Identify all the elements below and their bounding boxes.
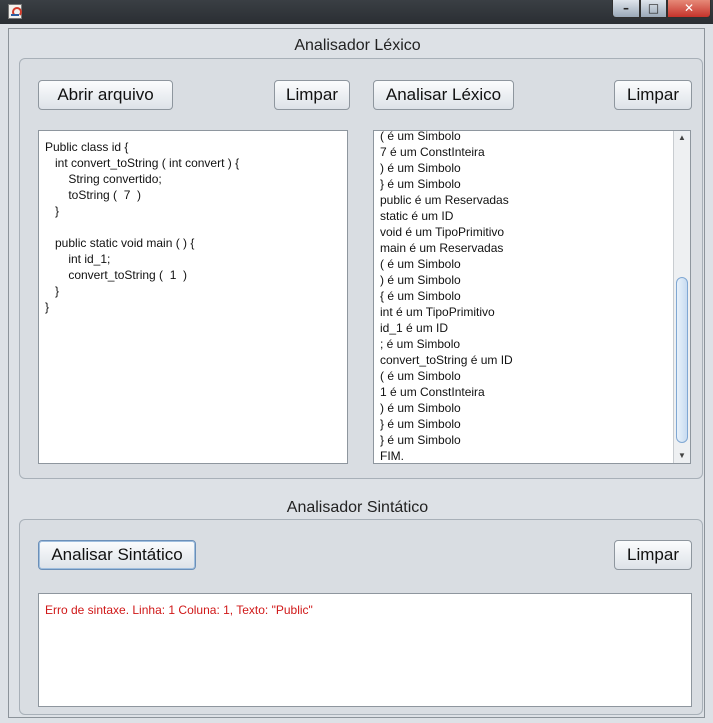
token-line: convert_toString é um ID (380, 353, 513, 367)
lexico-group: Abrir arquivo Limpar Analisar Léxico Lim… (19, 58, 703, 479)
sintatico-group: Analisar Sintático Limpar Erro de sintax… (19, 519, 703, 715)
token-line: ( é um Simbolo (380, 130, 461, 143)
app-window: – □ ✕ Analisador Léxico Abrir arquivo Li… (0, 0, 713, 723)
source-line: public static void main ( ) { (45, 236, 195, 250)
scroll-thumb[interactable] (676, 277, 688, 443)
syntax-output-area[interactable]: Erro de sintaxe. Linha: 1 Coluna: 1, Tex… (38, 593, 692, 707)
token-line: void é um TipoPrimitivo (380, 225, 505, 239)
token-line: } é um Simbolo (380, 417, 461, 431)
token-line: id_1 é um ID (380, 321, 449, 335)
close-button[interactable]: ✕ (667, 0, 711, 18)
token-line: ( é um Simbolo (380, 257, 461, 271)
source-code-lines: Public class id { int convert_toString (… (45, 139, 347, 315)
source-line (45, 219, 347, 235)
open-file-button[interactable]: Abrir arquivo (38, 80, 173, 110)
scroll-down-icon[interactable]: ▼ (674, 449, 690, 463)
token-line: ) é um Simbolo (380, 161, 461, 175)
source-line: } (45, 204, 60, 218)
token-output-area[interactable]: ( é um Simbolo 7 é um ConstInteira ) é um … (373, 130, 691, 464)
source-line: convert_toString ( 1 ) (45, 268, 188, 282)
java-icon (8, 4, 22, 19)
token-line: ( é um Simbolo (380, 369, 461, 383)
minimize-button[interactable]: – (612, 0, 640, 18)
title-bar[interactable]: – □ ✕ (0, 0, 713, 24)
lexico-title: Analisador Léxico (294, 37, 421, 54)
clear-tokens-button[interactable]: Limpar (614, 80, 692, 110)
token-line: FIM. (380, 449, 404, 463)
analyze-syntax-button[interactable]: Analisar Sintático (38, 540, 196, 570)
maximize-button[interactable]: □ (640, 0, 667, 18)
sintatico-title: Analisador Sintático (286, 499, 429, 516)
syntax-error-message: Erro de sintaxe. Linha: 1 Coluna: 1, Tex… (45, 603, 313, 617)
token-scrollbar[interactable]: ▲ ▼ (673, 131, 690, 463)
token-line: static é um ID (380, 209, 454, 223)
source-line: int convert_toString ( int convert ) { (45, 156, 240, 170)
token-line: 7 é um ConstInteira (380, 145, 485, 159)
token-line: public é um Reservadas (380, 193, 509, 207)
token-line: ) é um Simbolo (380, 401, 461, 415)
analyze-lexical-button[interactable]: Analisar Léxico (373, 80, 514, 110)
source-line: String convertido; (45, 172, 162, 186)
source-line: toString ( 7 ) (45, 188, 142, 202)
token-line: ) é um Simbolo (380, 273, 461, 287)
main-panel: Analisador Léxico Abrir arquivo Limpar A… (8, 28, 705, 718)
clear-source-button[interactable]: Limpar (274, 80, 350, 110)
token-line: } é um Simbolo (380, 433, 461, 447)
token-line: ; é um Simbolo (380, 337, 461, 351)
token-line: int é um TipoPrimitivo (380, 305, 495, 319)
source-line: Public class id { (45, 140, 129, 154)
token-line: } é um Simbolo (380, 177, 461, 191)
source-line: } (45, 284, 60, 298)
source-line: int id_1; (45, 252, 111, 266)
token-list: ( é um Simbolo 7 é um ConstInteira ) é um … (380, 130, 513, 463)
source-code-area[interactable]: Public class id { int convert_toString (… (38, 130, 348, 464)
source-line: } (45, 300, 50, 314)
scroll-up-icon[interactable]: ▲ (674, 131, 690, 145)
token-line: { é um Simbolo (380, 289, 461, 303)
token-line: main é um Reservadas (380, 241, 504, 255)
token-line: 1 é um ConstInteira (380, 385, 485, 399)
clear-syntax-button[interactable]: Limpar (614, 540, 692, 570)
